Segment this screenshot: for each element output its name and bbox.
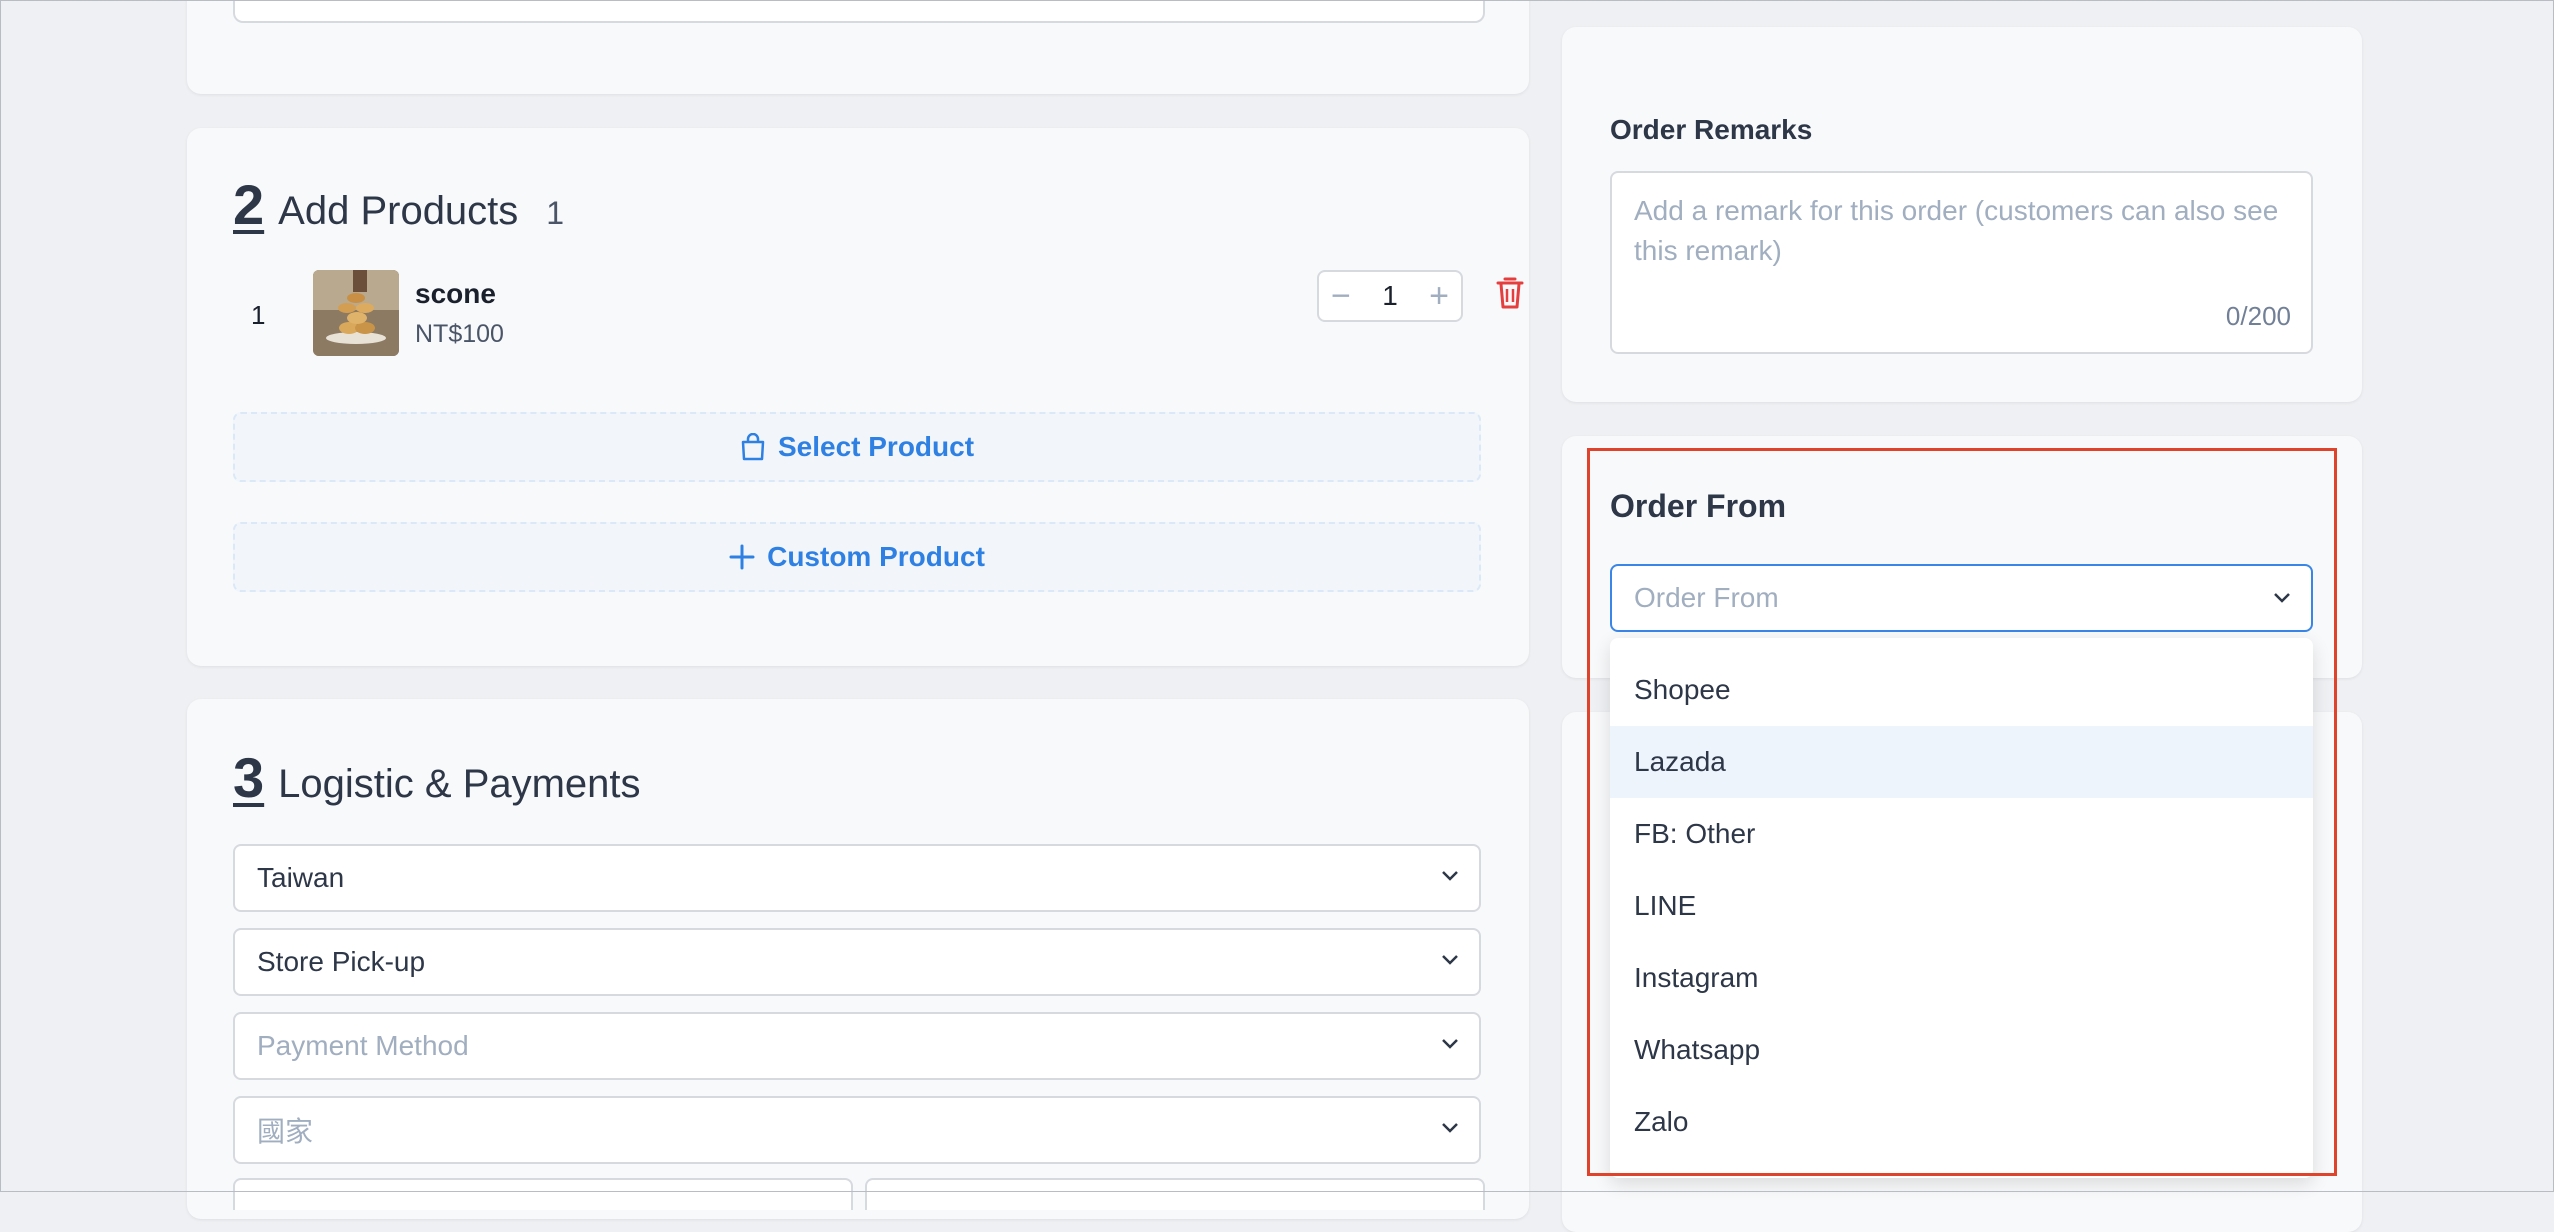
section-title: Logistic & Payments [278,762,641,806]
product-name: scone [415,278,496,309]
order-from-select[interactable]: Order From [1610,564,2313,632]
delivery-method-select[interactable]: Store Pick-up [233,928,1481,996]
quantity-value[interactable]: 1 [1382,280,1398,312]
custom-product-button[interactable]: Custom Product [233,522,1481,592]
chevron-down-icon [2274,593,2290,603]
chevron-down-icon [1442,1039,1458,1049]
quantity-stepper: − 1 + [1317,270,1463,322]
plus-icon [729,544,755,570]
select-product-button[interactable]: Select Product [233,412,1481,482]
section-header-logistics: 3 Logistic & Payments [233,745,641,810]
section-title: Add Products [278,189,519,233]
country-value: Taiwan [257,862,345,893]
option-fb-other[interactable]: FB: Other [1610,798,2313,870]
product-row: 1 scone NT$100 − 1 + [233,268,1524,358]
text-field-partial[interactable] [233,0,1485,23]
product-price: NT$100 [415,320,504,348]
product-index: 1 [251,300,266,330]
remarks-placeholder: Add a remark for this order (customers c… [1634,195,2279,266]
logistics-payments-card: 3 Logistic & Payments Taiwan Store Pick-… [187,699,1529,1219]
order-remarks-label: Order Remarks [1610,114,1813,145]
payment-method-select[interactable]: Payment Method [233,1012,1481,1080]
shopping-bag-icon [741,433,765,461]
customer-info-card [187,0,1529,94]
option-whatsapp[interactable]: Whatsapp [1610,1014,2313,1086]
payment-placeholder: Payment Method [257,1030,469,1061]
add-products-card: 2 Add Products 1 1 scone NT$100 − 1 + Se… [187,128,1529,666]
option-zalo[interactable]: Zalo [1610,1086,2313,1158]
character-counter: 0/200 [2225,301,2291,331]
product-thumbnail [313,270,399,356]
section-number: 2 [233,173,265,236]
option-lazada[interactable]: Lazada [1610,726,2313,798]
country-select[interactable]: Taiwan [233,844,1481,912]
delivery-value: Store Pick-up [257,946,426,977]
custom-product-label: Custom Product [767,541,985,572]
product-count: 1 [546,195,565,231]
chevron-down-icon [1442,1123,1458,1133]
option-line[interactable]: LINE [1610,870,2313,942]
section-header-products: 2 Add Products 1 [233,172,564,237]
order-from-dropdown: Shopee Lazada FB: Other LINE Instagram W… [1610,638,2313,1178]
option-shopee[interactable]: Shopee [1610,654,2313,726]
section-number: 3 [233,746,265,809]
field-partial-right[interactable] [865,1178,1485,1210]
chevron-down-icon [1442,871,1458,881]
option-instagram[interactable]: Instagram [1610,942,2313,1014]
select-product-label: Select Product [777,431,975,462]
decrement-button[interactable]: − [1331,279,1351,313]
increment-button[interactable]: + [1429,279,1449,313]
trash-icon[interactable] [1495,276,1525,310]
chevron-down-icon [1442,955,1458,965]
order-from-label: Order From [1610,488,1787,524]
region-select[interactable]: 國家 [233,1096,1481,1164]
order-remarks-textarea[interactable]: Add a remark for this order (customers c… [1610,171,2313,354]
region-placeholder: 國家 [257,1116,314,1147]
order-from-placeholder: Order From [1634,582,1779,613]
order-remarks-card: Order Remarks Add a remark for this orde… [1562,27,2362,402]
field-partial-left[interactable] [233,1178,853,1210]
